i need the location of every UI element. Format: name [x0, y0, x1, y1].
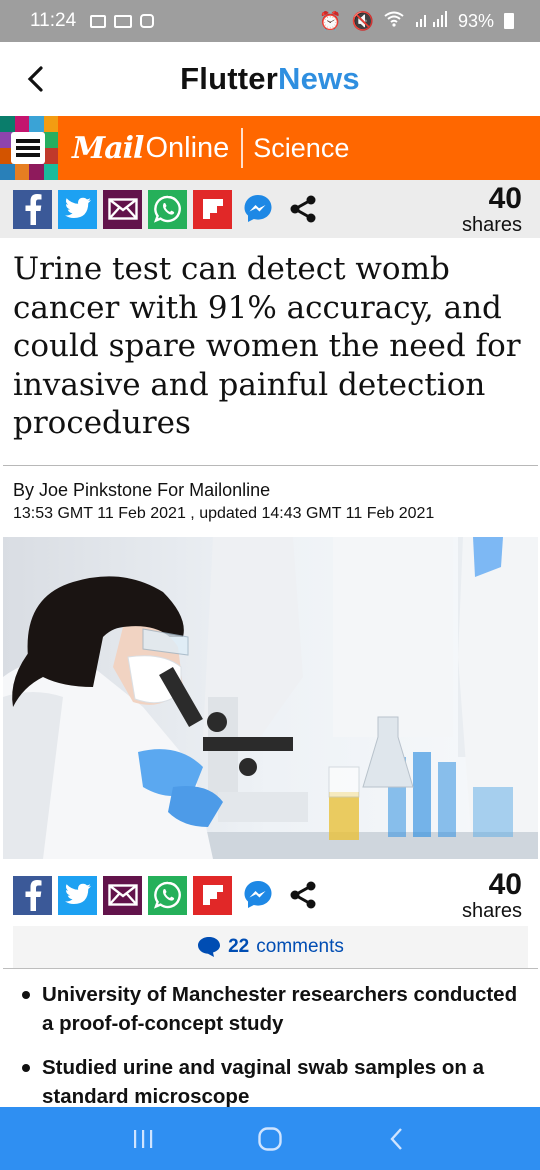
share-icon [290, 195, 315, 223]
facebook-icon [25, 194, 41, 225]
email-icon [107, 198, 138, 220]
chevron-left-icon [27, 66, 43, 92]
lab-scientist-microscope-image [3, 537, 538, 859]
signal-icon [414, 10, 448, 32]
share-count: 40 shares [461, 181, 522, 236]
divider [3, 968, 538, 969]
channel-divider [241, 128, 244, 168]
twitter-share-button[interactable] [58, 875, 97, 915]
app-title-part1: Flutter [180, 61, 279, 96]
facebook-share-button[interactable] [13, 189, 52, 229]
share-count-number: 40 [488, 867, 522, 901]
comments-label: comments [256, 936, 344, 957]
battery-icon [504, 13, 514, 29]
back-button[interactable] [16, 60, 54, 98]
comments-link[interactable]: 22 comments [13, 926, 528, 968]
mute-icon: 🔇 [351, 10, 374, 31]
divider [3, 465, 538, 466]
recent-apps-button[interactable] [123, 1119, 163, 1159]
email-icon [107, 884, 138, 906]
recent-apps-icon [134, 1129, 153, 1148]
share-bar-top: 40 shares [0, 180, 540, 238]
email-share-button[interactable] [103, 189, 142, 229]
battery-percent: 93% [457, 10, 494, 31]
laptop-icon [114, 14, 133, 28]
system-back-button[interactable] [377, 1119, 417, 1159]
messenger-icon [244, 881, 271, 908]
twitter-icon [64, 197, 91, 218]
alarm-icon: ⏰ [319, 10, 342, 31]
summary-bullet: Studied urine and vaginal swab samples o… [18, 1053, 523, 1111]
flipboard-icon [202, 199, 223, 219]
share-count-label: shares [461, 899, 522, 922]
mail-logo[interactable]: Mail [72, 131, 144, 166]
article-dates: 13:53 GMT 11 Feb 2021 , updated 14:43 GM… [13, 505, 435, 522]
home-icon [258, 1126, 282, 1151]
email-share-button[interactable] [103, 875, 142, 915]
article-byline[interactable]: By Joe Pinkstone For Mailonline [13, 480, 270, 501]
status-notification-icons [90, 14, 155, 28]
share-more-button[interactable] [283, 190, 322, 229]
status-bar: 11:24 ⏰ 🔇 93% [0, 0, 540, 42]
status-right: ⏰ 🔇 93% [319, 10, 514, 32]
share-more-button[interactable] [283, 876, 322, 915]
channel-science[interactable]: Science [253, 133, 349, 164]
whatsapp-icon [153, 195, 181, 223]
status-time: 11:24 [30, 10, 77, 31]
whatsapp-icon [153, 881, 181, 909]
comments-count: 22 [228, 936, 250, 957]
article-summary-bullets: University of Manchester researchers con… [18, 980, 523, 1126]
gallery-icon [90, 14, 107, 28]
messenger-share-button[interactable] [238, 876, 277, 915]
app-bar: FlutterNews [0, 42, 540, 116]
online-logo[interactable]: Online [145, 132, 229, 165]
share-count: 40 shares [461, 867, 522, 922]
share-count-number: 40 [488, 181, 522, 215]
hamburger-menu-icon[interactable] [11, 132, 45, 164]
wifi-icon [384, 11, 404, 32]
share-count-label: shares [461, 213, 522, 236]
whatsapp-share-button[interactable] [148, 189, 187, 229]
share-bar-bottom: 40 shares [0, 866, 540, 924]
flipboard-icon [202, 885, 223, 905]
home-button[interactable] [250, 1119, 290, 1159]
flipboard-share-button[interactable] [193, 875, 232, 915]
messenger-icon [244, 195, 271, 222]
twitter-share-button[interactable] [58, 189, 97, 229]
summary-bullet: University of Manchester researchers con… [18, 980, 523, 1038]
facebook-share-button[interactable] [13, 875, 52, 915]
comment-bubble-icon [198, 937, 221, 957]
site-header: Mail Online Science [0, 116, 540, 180]
app-title: FlutterNews [180, 61, 360, 97]
share-icon [290, 881, 315, 909]
whatsapp-share-button[interactable] [148, 875, 187, 915]
system-nav-bar [0, 1107, 540, 1170]
app-title-part2: News [278, 61, 360, 96]
instagram-icon [140, 14, 155, 28]
messenger-share-button[interactable] [238, 190, 277, 229]
flipboard-share-button[interactable] [193, 189, 232, 229]
article-image[interactable] [3, 537, 538, 859]
article-headline: Urine test can detect womb cancer with 9… [13, 251, 521, 441]
back-chevron-icon [390, 1127, 402, 1150]
twitter-icon [64, 883, 91, 904]
menu-mosaic[interactable] [0, 116, 58, 180]
facebook-icon [25, 880, 41, 911]
